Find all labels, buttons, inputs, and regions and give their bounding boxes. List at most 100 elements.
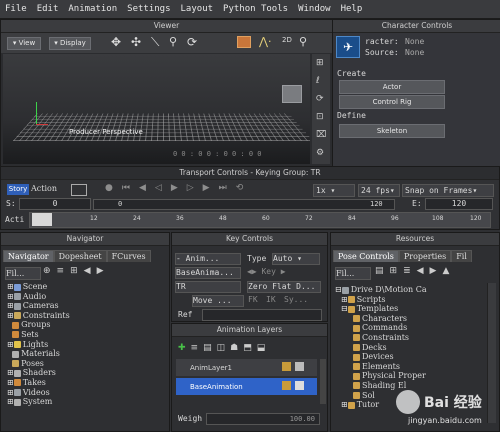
tab-properties[interactable]: Properties bbox=[398, 250, 452, 262]
base-anim-dropdown[interactable]: BaseAnima... bbox=[175, 267, 241, 279]
layer-tool-icon[interactable]: ≡ bbox=[191, 343, 204, 353]
start-field[interactable]: 0 bbox=[19, 198, 91, 210]
tab-navigator[interactable]: Navigator bbox=[3, 250, 54, 262]
list-item[interactable]: ⊞ Takes bbox=[7, 378, 70, 388]
tree-item[interactable]: Physical Proper bbox=[335, 371, 485, 381]
action-button[interactable]: Action bbox=[31, 184, 57, 193]
record-icon[interactable]: ● bbox=[105, 183, 122, 193]
display-button[interactable]: ▾ Display bbox=[49, 37, 91, 50]
range-slider[interactable]: 0 120 bbox=[93, 199, 395, 210]
resources-filter-dropdown[interactable]: Fil... bbox=[335, 267, 371, 280]
list-item[interactable]: Materials bbox=[7, 349, 70, 359]
control-rig-button[interactable]: Control Rig bbox=[339, 95, 445, 109]
tree-item[interactable]: Constraints bbox=[335, 333, 485, 343]
side-tool-icon[interactable]: ⚙ bbox=[316, 148, 324, 158]
list-view-icon[interactable]: ▤ bbox=[375, 266, 390, 276]
list-item[interactable]: Groups bbox=[7, 320, 70, 330]
layout-toggle-icon[interactable] bbox=[71, 184, 87, 196]
menu-animation[interactable]: Animation bbox=[63, 0, 122, 18]
up-icon[interactable]: ▲ bbox=[442, 266, 455, 276]
type-dropdown[interactable]: Auto ▾ bbox=[272, 253, 320, 265]
play-icon[interactable]: ▶ bbox=[171, 183, 187, 193]
lock-icon[interactable] bbox=[282, 381, 291, 390]
tab-files[interactable]: Fil bbox=[451, 250, 472, 262]
rotate-tool-icon[interactable]: ✣ bbox=[131, 35, 141, 49]
forward-icon[interactable]: ▶ bbox=[430, 266, 443, 276]
pin-tool-icon[interactable]: ⚲ bbox=[299, 35, 307, 48]
fk-button[interactable]: FK bbox=[248, 295, 258, 304]
tree-item[interactable]: Characters bbox=[335, 314, 485, 324]
layer-tool-icon[interactable]: ⬓ bbox=[257, 343, 271, 353]
character-value[interactable]: None bbox=[405, 37, 424, 46]
detail-view-icon[interactable]: ≣ bbox=[403, 266, 417, 276]
tab-fcurves[interactable]: FCurves bbox=[106, 250, 151, 262]
list-item[interactable]: ⊞ Shaders bbox=[7, 368, 70, 378]
keyframe-tool-icon[interactable]: ⋀· bbox=[259, 35, 272, 48]
side-tool-icon[interactable]: ⌧ bbox=[316, 130, 326, 140]
weight-slider[interactable]: 100.00 bbox=[206, 413, 320, 425]
timeline-ruler[interactable]: 12 24 36 48 60 72 84 96 108 120 bbox=[29, 212, 491, 228]
side-tool-icon[interactable]: ⊡ bbox=[316, 112, 324, 122]
tab-pose-controls[interactable]: Pose Controls bbox=[333, 250, 399, 262]
move-button[interactable]: Move ... bbox=[192, 295, 244, 307]
speed-dropdown[interactable]: 1x ▾ bbox=[313, 184, 355, 197]
add-icon[interactable]: ⊕ bbox=[43, 266, 57, 276]
next-frame-icon[interactable]: ▷ bbox=[187, 183, 203, 193]
list-item[interactable]: ⊞ Constraints bbox=[7, 311, 70, 321]
list-item[interactable]: ⊞ Scene bbox=[7, 282, 70, 292]
list-icon[interactable]: ≡ bbox=[57, 266, 71, 276]
anim-dropdown[interactable]: ‑ Anim... bbox=[175, 253, 241, 265]
line-tool-icon[interactable]: ⟍ bbox=[151, 35, 159, 50]
tree-item[interactable]: Elements bbox=[335, 362, 485, 372]
grid-view-icon[interactable]: ⊞ bbox=[390, 266, 404, 276]
layer-row-selected[interactable]: BaseAnimation bbox=[176, 378, 317, 395]
go-start-icon[interactable]: ⏮ bbox=[122, 183, 139, 193]
add-layer-icon[interactable]: ✚ bbox=[178, 343, 191, 353]
move-tool-icon[interactable]: ✥ bbox=[111, 35, 121, 49]
side-tool-icon[interactable]: ℓ bbox=[316, 76, 320, 86]
tree-item[interactable]: Commands bbox=[335, 323, 485, 333]
orbit-tool-icon[interactable]: ⟳ bbox=[187, 35, 197, 49]
lock-icon[interactable] bbox=[282, 362, 291, 371]
navigator-filter-dropdown[interactable]: Fil... bbox=[5, 267, 41, 280]
layer-tool-icon[interactable]: ☗ bbox=[230, 343, 243, 353]
menu-layout[interactable]: Layout bbox=[176, 0, 219, 18]
list-item[interactable]: ⊞ Cameras bbox=[7, 301, 70, 311]
menu-python-tools[interactable]: Python Tools bbox=[218, 0, 293, 18]
menu-help[interactable]: Help bbox=[336, 0, 368, 18]
snap-dropdown[interactable]: Snap on Frames▾ bbox=[402, 184, 494, 197]
list-item[interactable]: ⊞ Videos bbox=[7, 388, 70, 398]
key-button[interactable]: ◀▶ Key ▶ bbox=[247, 267, 319, 277]
menu-file[interactable]: File bbox=[0, 0, 32, 18]
view-button[interactable]: ▾ View bbox=[7, 37, 41, 50]
viewcube-icon[interactable] bbox=[282, 85, 302, 103]
ik-button[interactable]: IK bbox=[266, 295, 276, 304]
list-item[interactable]: Sets bbox=[7, 330, 70, 340]
forward-icon[interactable]: ▶ bbox=[97, 266, 110, 276]
end-field[interactable]: 120 bbox=[425, 198, 493, 210]
grid-icon[interactable]: ⊞ bbox=[70, 266, 84, 276]
side-tool-icon[interactable]: ⊞ bbox=[316, 58, 324, 68]
tree-item[interactable]: ⊟ Templates bbox=[335, 304, 485, 314]
back-icon[interactable]: ◀ bbox=[84, 266, 97, 276]
layer-tool-icon[interactable]: ▤ bbox=[203, 343, 217, 353]
story-button[interactable]: Story bbox=[7, 184, 29, 195]
grid-tool-icon[interactable] bbox=[237, 36, 251, 48]
list-item[interactable]: ⊞ Audio bbox=[7, 292, 70, 302]
ref-field[interactable] bbox=[202, 309, 322, 321]
layer-tool-icon[interactable]: ◫ bbox=[217, 343, 231, 353]
actor-button[interactable]: Actor bbox=[339, 80, 445, 94]
2d-toggle-icon[interactable]: 2D bbox=[282, 36, 292, 44]
viewport[interactable]: Producer Perspective 0 0 : 0 0 : 0 0 : 0… bbox=[3, 54, 310, 164]
menu-edit[interactable]: Edit bbox=[32, 0, 64, 18]
list-item[interactable]: ⊞ System bbox=[7, 397, 70, 407]
layers-scrollbar[interactable] bbox=[320, 359, 326, 404]
skeleton-button[interactable]: Skeleton bbox=[339, 124, 445, 138]
next-key-icon[interactable]: ▶ bbox=[203, 183, 219, 193]
tab-dopesheet[interactable]: Dopesheet bbox=[53, 250, 107, 262]
prev-frame-icon[interactable]: ◁ bbox=[155, 183, 171, 193]
source-value[interactable]: None bbox=[405, 48, 424, 57]
layer-row[interactable]: AnimLayer1 bbox=[176, 359, 317, 376]
back-icon[interactable]: ◀ bbox=[417, 266, 430, 276]
zero-flat-dropdown[interactable]: Zero Flat D... bbox=[247, 281, 321, 293]
